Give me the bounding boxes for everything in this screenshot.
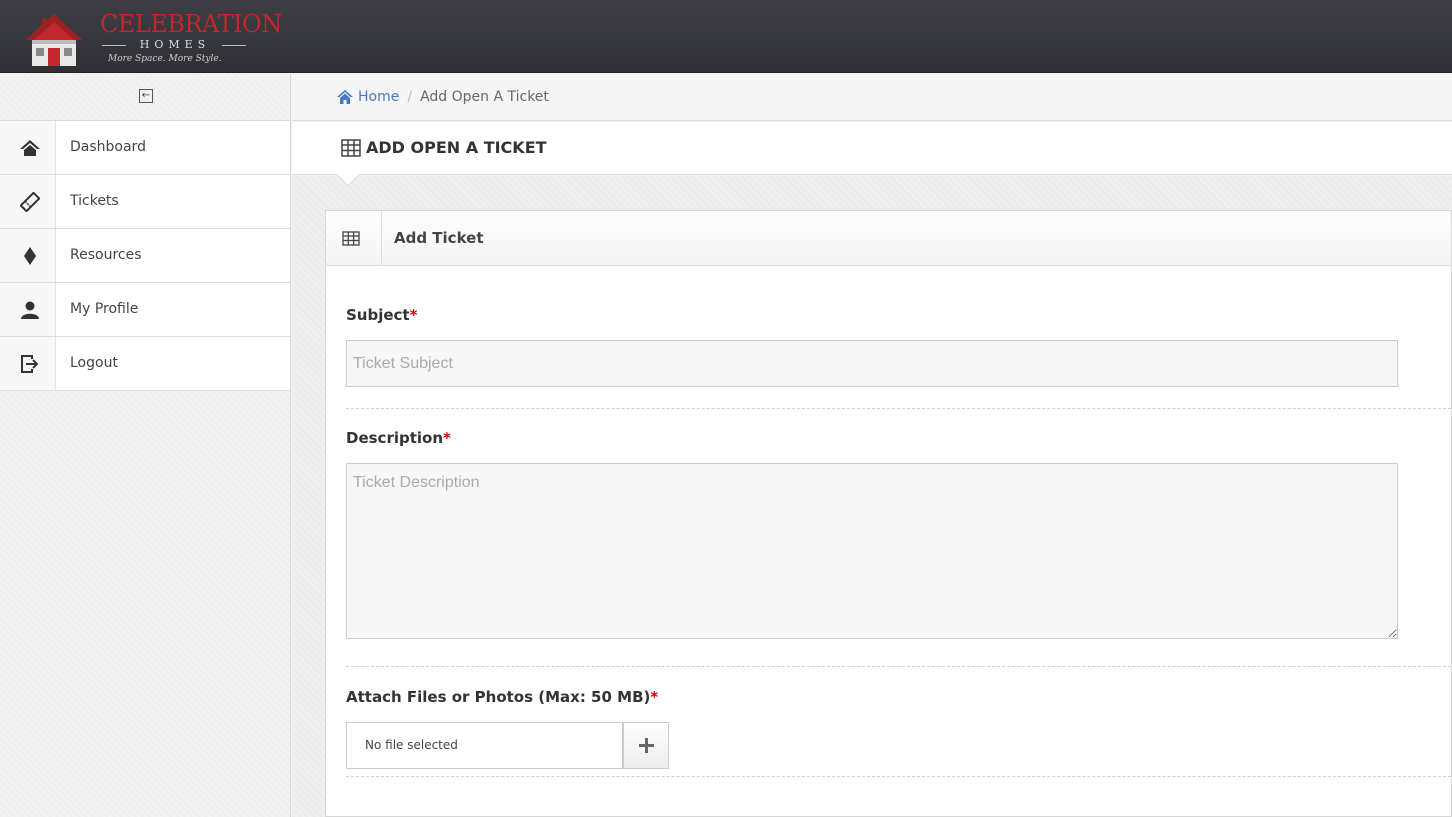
- add-file-button[interactable]: [623, 722, 669, 769]
- sidebar-item-label: Resources: [70, 247, 142, 263]
- divider: [346, 408, 1451, 409]
- add-ticket-widget: Add Ticket Subject* Description* Attach …: [325, 210, 1452, 817]
- diamond-icon: [24, 247, 36, 265]
- brand-tagline: More Space. More Style.: [108, 54, 222, 64]
- widget-header: Add Ticket: [326, 211, 1451, 266]
- sidebar-item-label: My Profile: [70, 301, 139, 317]
- sidebar: ← Dashboard Tickets Resources My Profile…: [0, 74, 291, 817]
- breadcrumb-separator: /: [407, 89, 413, 105]
- breadcrumb-home-link[interactable]: Home: [358, 89, 399, 105]
- sidebar-item-logout[interactable]: Logout: [0, 337, 290, 391]
- home-icon[interactable]: [337, 90, 353, 104]
- plus-icon: [639, 738, 654, 753]
- sidebar-item-my-profile[interactable]: My Profile: [0, 283, 290, 337]
- table-icon: [341, 139, 361, 157]
- nav-icon-cell: [0, 337, 56, 390]
- divider: [346, 776, 1451, 777]
- nav-icon-cell: [0, 121, 56, 174]
- brand-sub: HOMES: [100, 38, 250, 52]
- required-mark: *: [443, 429, 451, 447]
- subject-input[interactable]: [346, 340, 1398, 387]
- brand-name: CELEBRATION: [100, 10, 282, 38]
- house-logo-icon: [26, 14, 82, 66]
- nav-icon-cell: [0, 175, 56, 228]
- divider: [346, 666, 1451, 667]
- nav-icon-cell: [0, 283, 56, 336]
- table-icon: [342, 231, 360, 246]
- widget-title: Add Ticket: [394, 229, 484, 247]
- page-title: ADD OPEN A TICKET: [366, 138, 547, 157]
- ticket-icon: [20, 192, 40, 212]
- brand-logo[interactable]: CELEBRATION HOMES More Space. More Style…: [16, 4, 282, 70]
- file-name-display[interactable]: No file selected: [346, 722, 623, 769]
- page-header: ADD OPEN A TICKET: [292, 122, 1452, 175]
- breadcrumb-current: Add Open A Ticket: [420, 89, 549, 105]
- description-textarea[interactable]: [346, 463, 1398, 639]
- sidebar-item-dashboard[interactable]: Dashboard: [0, 121, 290, 175]
- sidebar-item-tickets[interactable]: Tickets: [0, 175, 290, 229]
- sidebar-item-resources[interactable]: Resources: [0, 229, 290, 283]
- subject-label: Subject*: [346, 306, 417, 324]
- breadcrumb: Home / Add Open A Ticket: [292, 74, 1452, 121]
- subject-label-text: Subject: [346, 306, 410, 324]
- home-icon: [20, 140, 40, 156]
- widget-icon-cell: [326, 211, 382, 266]
- logout-icon: [21, 355, 39, 373]
- collapse-left-icon[interactable]: ←: [139, 89, 153, 103]
- attach-label: Attach Files or Photos (Max: 50 MB)*: [346, 688, 658, 706]
- sidebar-item-label: Tickets: [70, 193, 119, 209]
- nav-icon-cell: [0, 229, 56, 282]
- description-label: Description*: [346, 429, 451, 447]
- top-navbar: CELEBRATION HOMES More Space. More Style…: [0, 0, 1452, 73]
- sidebar-item-label: Dashboard: [70, 139, 146, 155]
- required-mark: *: [409, 306, 418, 324]
- description-label-text: Description: [346, 429, 444, 447]
- user-icon: [21, 301, 39, 319]
- attach-label-text: Attach Files or Photos (Max: 50 MB): [346, 688, 651, 706]
- sidebar-collapse-row: ←: [0, 74, 290, 121]
- required-mark: *: [650, 688, 659, 706]
- sidebar-item-label: Logout: [70, 355, 118, 371]
